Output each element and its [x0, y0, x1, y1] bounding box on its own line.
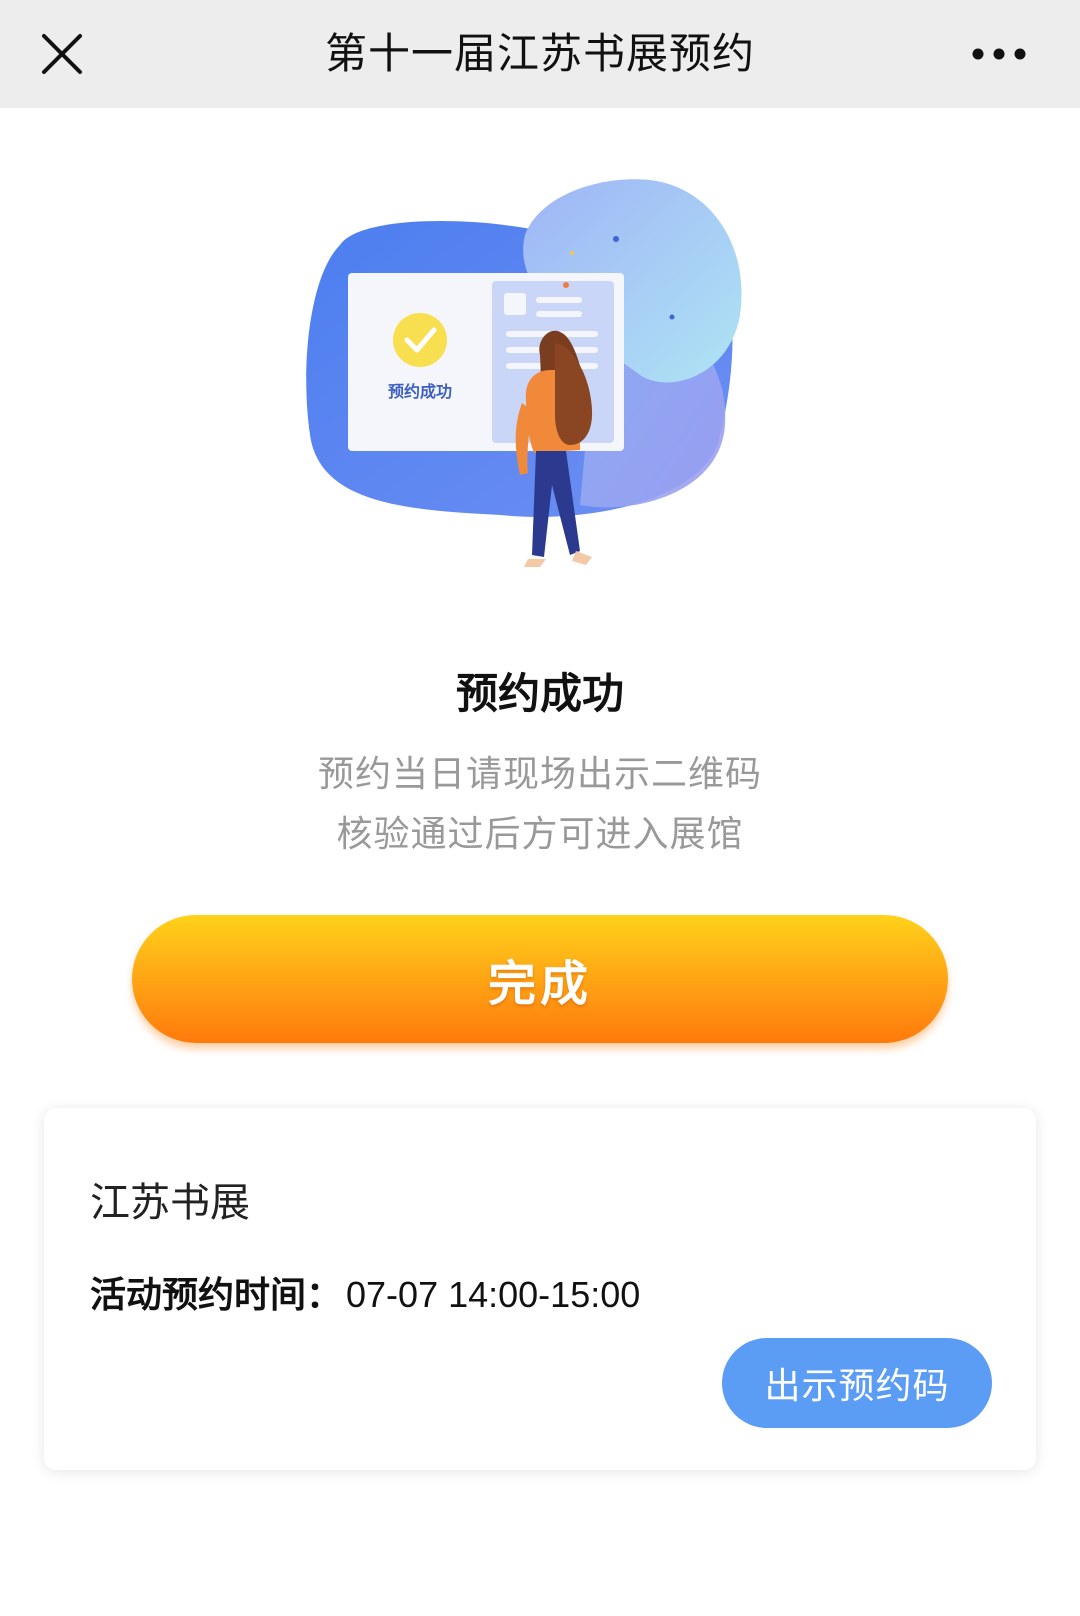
show-booking-code-label: 出示预约码 — [764, 1366, 950, 1407]
illustration-badge-text: 预约成功 — [388, 382, 452, 401]
done-button-label: 完成 — [487, 956, 592, 1012]
booking-success-illustration: 预约成功 — [300, 175, 780, 615]
instruction-line-2: 核验通过后方可进入展馆 — [336, 814, 744, 855]
booking-info-card: 江苏书展 活动预约时间： 07-07 14:00-15:00 出示预约码 — [44, 1108, 1036, 1470]
instruction-line-1: 预约当日请现场出示二维码 — [317, 754, 762, 795]
more-dots-icon — [972, 48, 1026, 60]
success-title: 预约成功 — [455, 669, 624, 718]
done-button[interactable]: 完成 — [132, 915, 948, 1043]
show-booking-code-button[interactable]: 出示预约码 — [722, 1338, 992, 1428]
top-navigation-bar: 第十一届江苏书展预约 — [0, 0, 1080, 108]
check-circle-icon — [393, 313, 447, 367]
close-button[interactable] — [28, 20, 96, 88]
booking-time-row: 活动预约时间： 07-07 14:00-15:00 — [90, 1266, 640, 1318]
page-title: 第十一届江苏书展预约 — [324, 28, 755, 78]
event-name: 江苏书展 — [90, 1180, 250, 1226]
booking-time-value: 07-07 14:00-15:00 — [346, 1274, 641, 1315]
more-options-button[interactable] — [954, 20, 1044, 88]
close-icon — [42, 34, 82, 74]
booking-time-label: 活动预约时间： — [90, 1275, 343, 1316]
